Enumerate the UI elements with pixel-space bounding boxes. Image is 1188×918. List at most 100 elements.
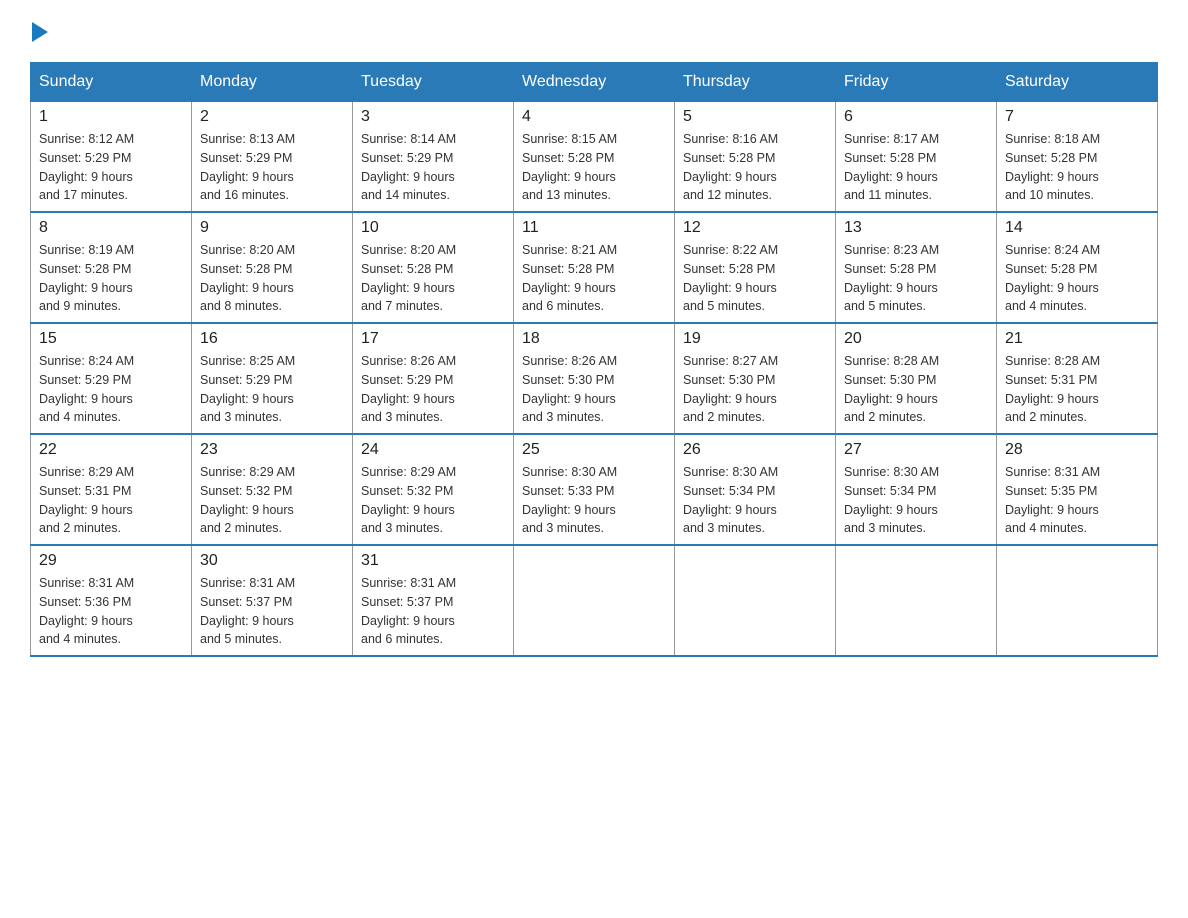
day-info: Sunrise: 8:13 AM Sunset: 5:29 PM Dayligh… xyxy=(200,130,344,205)
day-number: 3 xyxy=(361,108,505,126)
day-number: 22 xyxy=(39,441,183,459)
day-cell: 9 Sunrise: 8:20 AM Sunset: 5:28 PM Dayli… xyxy=(192,212,353,323)
day-info: Sunrise: 8:28 AM Sunset: 5:31 PM Dayligh… xyxy=(1005,352,1149,427)
day-number: 14 xyxy=(1005,219,1149,237)
week-row-4: 22 Sunrise: 8:29 AM Sunset: 5:31 PM Dayl… xyxy=(31,434,1158,545)
week-row-2: 8 Sunrise: 8:19 AM Sunset: 5:28 PM Dayli… xyxy=(31,212,1158,323)
day-number: 11 xyxy=(522,219,666,237)
day-cell: 7 Sunrise: 8:18 AM Sunset: 5:28 PM Dayli… xyxy=(997,102,1158,213)
day-cell: 17 Sunrise: 8:26 AM Sunset: 5:29 PM Dayl… xyxy=(353,323,514,434)
day-info: Sunrise: 8:14 AM Sunset: 5:29 PM Dayligh… xyxy=(361,130,505,205)
day-info: Sunrise: 8:30 AM Sunset: 5:33 PM Dayligh… xyxy=(522,463,666,538)
day-cell: 15 Sunrise: 8:24 AM Sunset: 5:29 PM Dayl… xyxy=(31,323,192,434)
day-info: Sunrise: 8:17 AM Sunset: 5:28 PM Dayligh… xyxy=(844,130,988,205)
header-saturday: Saturday xyxy=(997,63,1158,102)
day-cell: 30 Sunrise: 8:31 AM Sunset: 5:37 PM Dayl… xyxy=(192,545,353,656)
header-wednesday: Wednesday xyxy=(514,63,675,102)
day-number: 2 xyxy=(200,108,344,126)
day-info: Sunrise: 8:28 AM Sunset: 5:30 PM Dayligh… xyxy=(844,352,988,427)
header-thursday: Thursday xyxy=(675,63,836,102)
day-number: 10 xyxy=(361,219,505,237)
logo-triangle-icon xyxy=(32,22,48,42)
day-cell: 3 Sunrise: 8:14 AM Sunset: 5:29 PM Dayli… xyxy=(353,102,514,213)
day-cell: 22 Sunrise: 8:29 AM Sunset: 5:31 PM Dayl… xyxy=(31,434,192,545)
day-cell xyxy=(675,545,836,656)
day-number: 15 xyxy=(39,330,183,348)
day-number: 26 xyxy=(683,441,827,459)
day-number: 8 xyxy=(39,219,183,237)
day-info: Sunrise: 8:29 AM Sunset: 5:32 PM Dayligh… xyxy=(361,463,505,538)
day-info: Sunrise: 8:19 AM Sunset: 5:28 PM Dayligh… xyxy=(39,241,183,316)
day-info: Sunrise: 8:22 AM Sunset: 5:28 PM Dayligh… xyxy=(683,241,827,316)
day-cell: 4 Sunrise: 8:15 AM Sunset: 5:28 PM Dayli… xyxy=(514,102,675,213)
day-info: Sunrise: 8:24 AM Sunset: 5:29 PM Dayligh… xyxy=(39,352,183,427)
day-cell xyxy=(836,545,997,656)
day-info: Sunrise: 8:21 AM Sunset: 5:28 PM Dayligh… xyxy=(522,241,666,316)
day-cell: 13 Sunrise: 8:23 AM Sunset: 5:28 PM Dayl… xyxy=(836,212,997,323)
day-info: Sunrise: 8:18 AM Sunset: 5:28 PM Dayligh… xyxy=(1005,130,1149,205)
day-number: 17 xyxy=(361,330,505,348)
day-number: 16 xyxy=(200,330,344,348)
day-number: 19 xyxy=(683,330,827,348)
day-cell: 26 Sunrise: 8:30 AM Sunset: 5:34 PM Dayl… xyxy=(675,434,836,545)
day-number: 31 xyxy=(361,552,505,570)
day-number: 29 xyxy=(39,552,183,570)
day-info: Sunrise: 8:27 AM Sunset: 5:30 PM Dayligh… xyxy=(683,352,827,427)
day-cell: 29 Sunrise: 8:31 AM Sunset: 5:36 PM Dayl… xyxy=(31,545,192,656)
day-info: Sunrise: 8:15 AM Sunset: 5:28 PM Dayligh… xyxy=(522,130,666,205)
day-cell: 14 Sunrise: 8:24 AM Sunset: 5:28 PM Dayl… xyxy=(997,212,1158,323)
calendar-body: 1 Sunrise: 8:12 AM Sunset: 5:29 PM Dayli… xyxy=(31,102,1158,657)
day-info: Sunrise: 8:29 AM Sunset: 5:31 PM Dayligh… xyxy=(39,463,183,538)
day-info: Sunrise: 8:26 AM Sunset: 5:30 PM Dayligh… xyxy=(522,352,666,427)
day-number: 5 xyxy=(683,108,827,126)
day-number: 9 xyxy=(200,219,344,237)
day-info: Sunrise: 8:31 AM Sunset: 5:37 PM Dayligh… xyxy=(361,574,505,649)
day-cell: 23 Sunrise: 8:29 AM Sunset: 5:32 PM Dayl… xyxy=(192,434,353,545)
day-info: Sunrise: 8:25 AM Sunset: 5:29 PM Dayligh… xyxy=(200,352,344,427)
week-row-5: 29 Sunrise: 8:31 AM Sunset: 5:36 PM Dayl… xyxy=(31,545,1158,656)
day-cell: 10 Sunrise: 8:20 AM Sunset: 5:28 PM Dayl… xyxy=(353,212,514,323)
day-cell: 6 Sunrise: 8:17 AM Sunset: 5:28 PM Dayli… xyxy=(836,102,997,213)
header-tuesday: Tuesday xyxy=(353,63,514,102)
day-number: 12 xyxy=(683,219,827,237)
day-info: Sunrise: 8:24 AM Sunset: 5:28 PM Dayligh… xyxy=(1005,241,1149,316)
day-cell: 31 Sunrise: 8:31 AM Sunset: 5:37 PM Dayl… xyxy=(353,545,514,656)
day-info: Sunrise: 8:31 AM Sunset: 5:35 PM Dayligh… xyxy=(1005,463,1149,538)
day-cell: 16 Sunrise: 8:25 AM Sunset: 5:29 PM Dayl… xyxy=(192,323,353,434)
day-cell: 24 Sunrise: 8:29 AM Sunset: 5:32 PM Dayl… xyxy=(353,434,514,545)
day-number: 27 xyxy=(844,441,988,459)
day-info: Sunrise: 8:26 AM Sunset: 5:29 PM Dayligh… xyxy=(361,352,505,427)
day-info: Sunrise: 8:20 AM Sunset: 5:28 PM Dayligh… xyxy=(200,241,344,316)
day-number: 13 xyxy=(844,219,988,237)
day-cell: 5 Sunrise: 8:16 AM Sunset: 5:28 PM Dayli… xyxy=(675,102,836,213)
calendar-table: SundayMondayTuesdayWednesdayThursdayFrid… xyxy=(30,62,1158,657)
header-row: SundayMondayTuesdayWednesdayThursdayFrid… xyxy=(31,63,1158,102)
header-monday: Monday xyxy=(192,63,353,102)
day-cell: 8 Sunrise: 8:19 AM Sunset: 5:28 PM Dayli… xyxy=(31,212,192,323)
header-sunday: Sunday xyxy=(31,63,192,102)
day-number: 20 xyxy=(844,330,988,348)
day-info: Sunrise: 8:23 AM Sunset: 5:28 PM Dayligh… xyxy=(844,241,988,316)
day-number: 23 xyxy=(200,441,344,459)
day-cell: 11 Sunrise: 8:21 AM Sunset: 5:28 PM Dayl… xyxy=(514,212,675,323)
day-cell xyxy=(997,545,1158,656)
logo xyxy=(30,20,48,42)
calendar-header: SundayMondayTuesdayWednesdayThursdayFrid… xyxy=(31,63,1158,102)
day-number: 1 xyxy=(39,108,183,126)
day-info: Sunrise: 8:30 AM Sunset: 5:34 PM Dayligh… xyxy=(844,463,988,538)
day-cell: 2 Sunrise: 8:13 AM Sunset: 5:29 PM Dayli… xyxy=(192,102,353,213)
week-row-1: 1 Sunrise: 8:12 AM Sunset: 5:29 PM Dayli… xyxy=(31,102,1158,213)
day-cell: 27 Sunrise: 8:30 AM Sunset: 5:34 PM Dayl… xyxy=(836,434,997,545)
day-number: 21 xyxy=(1005,330,1149,348)
day-number: 4 xyxy=(522,108,666,126)
day-cell xyxy=(514,545,675,656)
page-header xyxy=(30,20,1158,42)
day-number: 6 xyxy=(844,108,988,126)
day-number: 7 xyxy=(1005,108,1149,126)
day-info: Sunrise: 8:31 AM Sunset: 5:36 PM Dayligh… xyxy=(39,574,183,649)
day-cell: 20 Sunrise: 8:28 AM Sunset: 5:30 PM Dayl… xyxy=(836,323,997,434)
header-friday: Friday xyxy=(836,63,997,102)
day-info: Sunrise: 8:29 AM Sunset: 5:32 PM Dayligh… xyxy=(200,463,344,538)
day-number: 30 xyxy=(200,552,344,570)
day-number: 24 xyxy=(361,441,505,459)
